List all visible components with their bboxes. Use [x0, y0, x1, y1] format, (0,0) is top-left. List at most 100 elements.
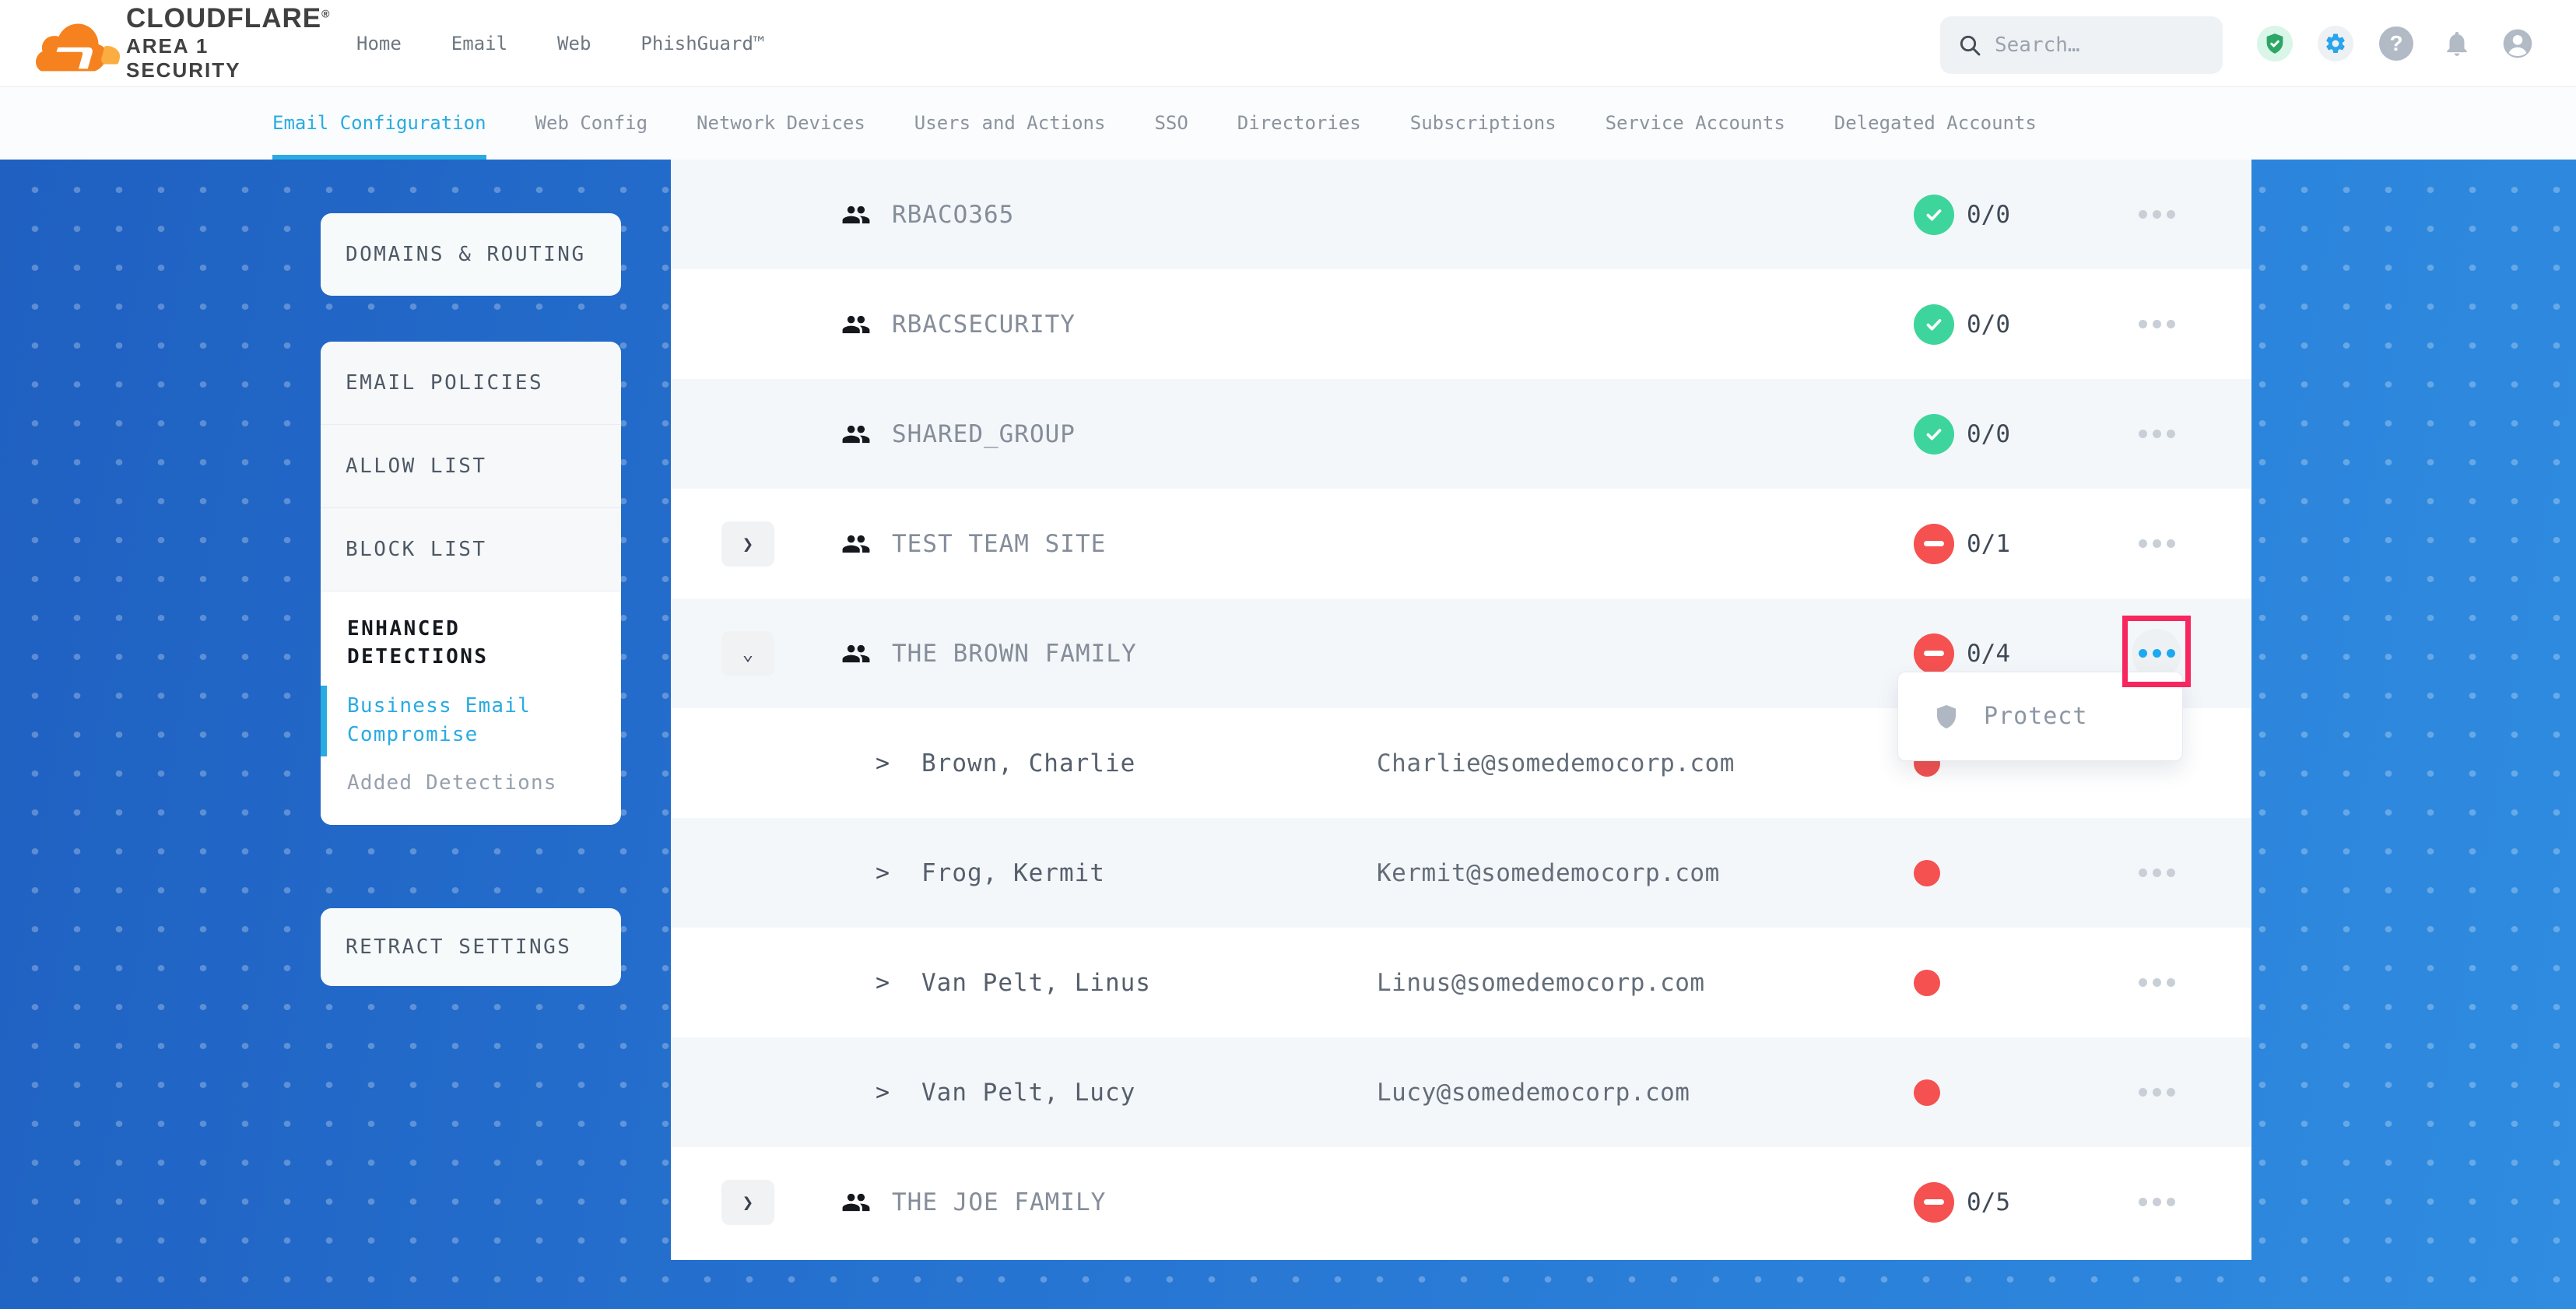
tab-directories[interactable]: Directories — [1237, 87, 1361, 160]
protection-count: 0/1 — [1967, 530, 2010, 558]
member-email: Linus@somedemocorp.com — [1377, 969, 1705, 997]
sidebar-item-domains-routing[interactable]: DOMAINS & ROUTING — [321, 213, 621, 296]
member-email: Lucy@somedemocorp.com — [1377, 1079, 1690, 1107]
member-email: Charlie@somedemocorp.com — [1377, 749, 1735, 777]
notifications-bell-icon[interactable] — [2439, 26, 2475, 61]
row-actions-menu-button[interactable] — [2132, 958, 2181, 1008]
shield-icon — [1932, 703, 1960, 731]
status-unprotected-icon — [1914, 633, 1954, 674]
sidebar-policies-card: EMAIL POLICIESALLOW LISTBLOCK LIST ENHAN… — [321, 342, 621, 825]
sidebar-item-email-policies[interactable]: EMAIL POLICIES — [321, 342, 621, 425]
member-row-frog-kermit: > Frog, Kermit Kermit@somedemocorp.com — [671, 818, 2251, 928]
expand-member-chevron[interactable]: > — [876, 859, 890, 886]
expand-member-chevron[interactable]: > — [876, 1079, 890, 1106]
groups-table: RBACO365 0/0 RBACSECURITY 0/0 SHARED_GROUP 0/… — [671, 160, 2251, 1260]
group-icon — [841, 419, 871, 449]
group-row-rbaco365: RBACO365 0/0 — [671, 160, 2251, 269]
tab-network-devices[interactable]: Network Devices — [697, 87, 865, 160]
expand-group-button[interactable]: ❯ — [721, 1180, 774, 1225]
member-row-van-pelt-lucy: > Van Pelt, Lucy Lucy@somedemocorp.com — [671, 1037, 2251, 1147]
search-box[interactable] — [1940, 16, 2223, 74]
member-email: Kermit@somedemocorp.com — [1377, 859, 1720, 887]
tab-service-accounts[interactable]: Service Accounts — [1606, 87, 1785, 160]
group-icon — [841, 310, 871, 339]
row-actions-menu-button[interactable] — [2132, 409, 2181, 459]
group-icon — [841, 1188, 871, 1217]
member-row-van-pelt-linus: > Van Pelt, Linus Linus@somedemocorp.com — [671, 928, 2251, 1037]
account-icon[interactable] — [2500, 26, 2536, 61]
group-name: THE BROWN FAMILY — [892, 640, 1137, 668]
group-name: THE JOE FAMILY — [892, 1188, 1106, 1216]
member-name: Frog, Kermit — [921, 859, 1105, 887]
brand-name: CLOUDFLARE® — [126, 5, 330, 33]
status-unprotected-icon — [1914, 524, 1954, 564]
group-name: RBACO365 — [892, 201, 1014, 229]
tab-web-config[interactable]: Web Config — [535, 87, 648, 160]
protection-count: 0/0 — [1967, 201, 2010, 229]
settings-gear-icon[interactable] — [2318, 26, 2353, 61]
status-protected-icon — [1914, 414, 1954, 454]
page-background: DOMAINS & ROUTING EMAIL POLICIESALLOW LI… — [0, 160, 2576, 1309]
search-input[interactable] — [1995, 33, 2206, 57]
nav-link-email[interactable]: Email — [451, 33, 507, 54]
status-unprotected-dot — [1914, 1079, 1940, 1106]
row-actions-menu-button[interactable] — [2132, 629, 2181, 679]
member-name: Van Pelt, Lucy — [921, 1079, 1135, 1107]
nav-link-web[interactable]: Web — [557, 33, 591, 54]
group-row-test-team-site: ❯TEST TEAM SITE0/1 — [671, 489, 2251, 598]
group-name: SHARED_GROUP — [892, 420, 1076, 448]
group-name: RBACSECURITY — [892, 311, 1076, 339]
sidebar-item-business-email-compromise[interactable]: Business Email Compromise — [347, 692, 598, 750]
search-icon — [1957, 33, 1982, 58]
collapse-group-button[interactable]: ⌄ — [721, 631, 774, 676]
cloudflare-cloud-icon — [36, 13, 120, 74]
protection-count: 0/5 — [1967, 1188, 2010, 1216]
protection-count: 0/4 — [1967, 640, 2010, 668]
header-icon-group: ? — [2257, 26, 2536, 61]
nav-link-home[interactable]: Home — [356, 33, 402, 54]
tab-delegated-accounts[interactable]: Delegated Accounts — [1834, 87, 2037, 160]
sidebar-item-block-list[interactable]: BLOCK LIST — [321, 508, 621, 591]
header-nav: Home Email Web PhishGuard™ — [356, 0, 764, 87]
expand-member-chevron[interactable]: > — [876, 969, 890, 996]
member-name: Van Pelt, Linus — [921, 969, 1151, 997]
help-icon[interactable]: ? — [2378, 26, 2414, 61]
cloudflare-logo[interactable]: CLOUDFLARE® AREA 1 SECURITY — [36, 6, 308, 81]
status-unprotected-dot — [1914, 860, 1940, 886]
tab-subscriptions[interactable]: Subscriptions — [1410, 87, 1556, 160]
row-actions-menu-button[interactable] — [2132, 190, 2181, 240]
member-name: Brown, Charlie — [921, 749, 1135, 777]
sidebar-item-retract-settings[interactable]: RETRACT SETTINGS — [321, 908, 621, 986]
status-unprotected-icon — [1914, 1182, 1954, 1223]
status-protected-icon — [1914, 304, 1954, 345]
status-unprotected-dot — [1914, 970, 1940, 996]
tab-email-configuration[interactable]: Email Configuration — [272, 87, 486, 160]
row-actions-menu-button[interactable] — [2132, 519, 2181, 569]
sidebar-label: DOMAINS & ROUTING — [346, 243, 586, 266]
tab-sso[interactable]: SSO — [1154, 87, 1188, 160]
nav-link-phishguard[interactable]: PhishGuard™ — [640, 33, 764, 54]
group-row-shared-group: SHARED_GROUP 0/0 — [671, 379, 2251, 489]
sidebar-item-allow-list[interactable]: ALLOW LIST — [321, 425, 621, 508]
expand-member-chevron[interactable]: > — [876, 749, 890, 777]
row-actions-menu-button[interactable] — [2132, 300, 2181, 349]
sidebar-item-enhanced-detections[interactable]: ENHANCED DETECTIONS Business Email Compr… — [321, 591, 621, 825]
row-actions-menu-button[interactable] — [2132, 1177, 2181, 1227]
status-protected-icon — [1914, 195, 1954, 235]
row-actions-menu-button[interactable] — [2132, 848, 2181, 898]
expand-group-button[interactable]: ❯ — [721, 521, 774, 567]
context-menu-protect[interactable]: Protect — [1897, 672, 2183, 761]
row-actions-menu-button[interactable] — [2132, 1068, 2181, 1118]
enhanced-detections-title: ENHANCED DETECTIONS — [347, 615, 598, 672]
group-icon — [841, 200, 871, 230]
protection-count: 0/0 — [1967, 420, 2010, 448]
protection-status-icon[interactable] — [2257, 26, 2293, 61]
context-menu-item-label: Protect — [1984, 703, 2087, 730]
group-icon — [841, 639, 871, 669]
group-icon — [841, 529, 871, 559]
group-row-the-joe-family: ❯ THE JOE FAMILY 0/5 — [671, 1147, 2251, 1257]
config-tab-bar: Email Configuration Web Config Network Dev… — [0, 87, 2576, 160]
tab-users-and-actions[interactable]: Users and Actions — [914, 87, 1106, 160]
sidebar-label: RETRACT SETTINGS — [346, 935, 571, 959]
sidebar-item-added-detections[interactable]: Added Detections — [347, 769, 598, 798]
